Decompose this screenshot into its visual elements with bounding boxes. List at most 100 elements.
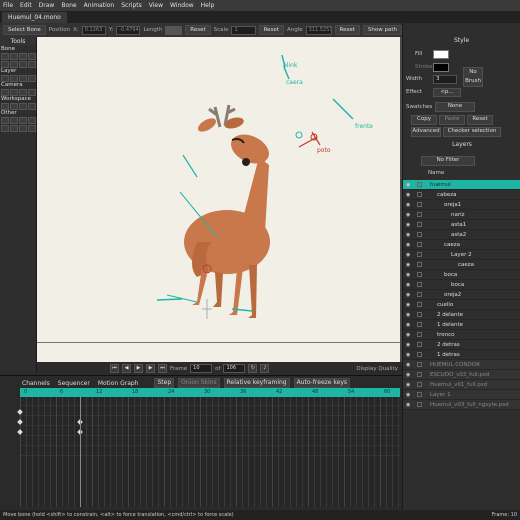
hide-edge-tool-icon[interactable]: [10, 117, 18, 124]
next-frame-button[interactable]: ▶: [146, 364, 155, 373]
layer-checkbox[interactable]: [417, 402, 422, 407]
layer-row[interactable]: ◉ huemul: [403, 180, 520, 190]
manipulate-bones-tool-icon[interactable]: [28, 61, 36, 68]
sound-toggle[interactable]: ♪: [260, 364, 270, 373]
layer-checkbox[interactable]: [417, 392, 422, 397]
grid-tool-icon[interactable]: [28, 125, 36, 132]
effect-dropdown[interactable]: <p...: [433, 88, 461, 97]
magnet-tool-icon[interactable]: [1, 125, 9, 132]
menu-animation[interactable]: Animation: [84, 2, 115, 9]
layer-checkbox[interactable]: [417, 232, 422, 237]
no-brush-button[interactable]: No Brush: [463, 67, 483, 87]
checker-selection-button[interactable]: Checker selection: [443, 127, 501, 137]
scale-field[interactable]: 1: [231, 25, 256, 35]
track-camera-tool-icon[interactable]: [1, 89, 9, 96]
relative-keyframing-toggle[interactable]: Relative keyframing: [223, 378, 290, 388]
eye-icon[interactable]: ◉: [406, 312, 413, 318]
canvas[interactable]: blink caera frente poto: [37, 37, 400, 362]
menu-edit[interactable]: Edit: [20, 2, 32, 9]
layer-checkbox[interactable]: [417, 282, 422, 287]
eye-icon[interactable]: ◉: [406, 212, 413, 218]
layer-checkbox[interactable]: [417, 382, 422, 387]
eye-icon[interactable]: ◉: [406, 292, 413, 298]
layer-checkbox[interactable]: [417, 362, 422, 367]
layer-checkbox[interactable]: [417, 372, 422, 377]
eye-icon[interactable]: ◉: [406, 282, 413, 288]
reset-style-button[interactable]: Reset: [467, 115, 493, 125]
layer-row[interactable]: ◉ nariz: [403, 210, 520, 220]
x-field[interactable]: 0.1263: [81, 25, 106, 35]
menu-view[interactable]: View: [149, 2, 163, 9]
layer-row[interactable]: ◉ Huemul_v03_full_ngsyte.psd: [403, 400, 520, 410]
layer-checkbox[interactable]: [417, 332, 422, 337]
display-quality-button[interactable]: Display Quality: [356, 366, 398, 372]
smooth-tool-icon[interactable]: [19, 125, 27, 132]
layer-row[interactable]: ◉ boca: [403, 280, 520, 290]
zoom-camera-tool-icon[interactable]: [10, 89, 18, 96]
layer-checkbox[interactable]: [417, 192, 422, 197]
layer-checkbox[interactable]: [417, 262, 422, 267]
layer-checkbox[interactable]: [417, 352, 422, 357]
bone-binding-tool-icon[interactable]: [19, 75, 27, 82]
menu-file[interactable]: File: [3, 2, 13, 9]
timeline-ruler[interactable]: 0 6 12 18 24 30 36 42 48 54 60: [20, 388, 400, 397]
document-tab[interactable]: Huemul_04.mono: [2, 12, 67, 23]
tab-sequencer[interactable]: Sequencer: [56, 380, 92, 387]
play-button[interactable]: ▶: [134, 364, 143, 373]
eye-icon[interactable]: ◉: [406, 272, 413, 278]
layer-checkbox[interactable]: [417, 252, 422, 257]
rotate-layer-tool-icon[interactable]: [28, 75, 36, 82]
layer-row[interactable]: ◉ cabeza: [403, 190, 520, 200]
curvature-tool-icon[interactable]: [28, 117, 36, 124]
menu-help[interactable]: Help: [201, 2, 215, 9]
layer-row[interactable]: ◉ asta2: [403, 230, 520, 240]
width-field[interactable]: 3: [433, 75, 457, 84]
layer-row[interactable]: ◉ oreja2: [403, 290, 520, 300]
menu-scripts[interactable]: Scripts: [121, 2, 142, 9]
eye-icon[interactable]: ◉: [406, 402, 413, 408]
translate-bone-tool-icon[interactable]: [10, 53, 18, 60]
eye-icon[interactable]: ◉: [406, 192, 413, 198]
reparent-bone-tool-icon[interactable]: [10, 61, 18, 68]
total-frames-field[interactable]: 106: [223, 364, 246, 373]
layer-row[interactable]: ◉ Huemul_v01_full.psd: [403, 380, 520, 390]
layer-row[interactable]: ◉ 1 detras: [403, 350, 520, 360]
timeline-track-row[interactable]: [20, 437, 400, 446]
layer-row[interactable]: ◉ Layer 2: [403, 250, 520, 260]
layer-row[interactable]: ◉ HUEMUL CONDOR: [403, 360, 520, 370]
tab-motion-graph[interactable]: Motion Graph: [96, 380, 141, 387]
menu-window[interactable]: Window: [170, 2, 194, 9]
layer-row[interactable]: ◉ 2 delante: [403, 310, 520, 320]
layer-row[interactable]: ◉ Layer 1: [403, 390, 520, 400]
eye-icon[interactable]: ◉: [406, 392, 413, 398]
y-field[interactable]: -0.4794: [116, 25, 141, 35]
layer-checkbox[interactable]: [417, 302, 422, 307]
auto-freeze-keys-toggle[interactable]: Auto-freeze keys: [293, 378, 351, 388]
menu-bone[interactable]: Bone: [61, 2, 76, 9]
layer-filter-dropdown[interactable]: No Filter: [421, 156, 475, 166]
select-bone-dropdown[interactable]: Select Bone: [3, 25, 46, 35]
layer-checkbox[interactable]: [417, 342, 422, 347]
layer-checkbox[interactable]: [417, 222, 422, 227]
layer-row[interactable]: ◉ ESCUDO_v03_full.psd: [403, 370, 520, 380]
paste-button[interactable]: Paste: [439, 115, 465, 125]
layer-row[interactable]: ◉ 1 delante: [403, 320, 520, 330]
eye-icon[interactable]: ◉: [406, 182, 413, 188]
onion-skins-dropdown[interactable]: Onion Skins: [178, 378, 220, 388]
show-path-toggle[interactable]: Show path: [362, 25, 402, 35]
layer-checkbox[interactable]: [417, 182, 422, 187]
layer-checkbox[interactable]: [417, 272, 422, 277]
layer-row[interactable]: ◉ 2 detras: [403, 340, 520, 350]
layer-row[interactable]: ◉ asta1: [403, 220, 520, 230]
prev-frame-button[interactable]: ◀: [122, 364, 131, 373]
current-frame-indicator[interactable]: [80, 397, 81, 507]
eye-icon[interactable]: ◉: [406, 352, 413, 358]
layer-row[interactable]: ◉ caeza: [403, 240, 520, 250]
eye-icon[interactable]: ◉: [406, 222, 413, 228]
roll-camera-tool-icon[interactable]: [19, 89, 27, 96]
loop-toggle[interactable]: ↻: [248, 364, 258, 373]
timeline-grid[interactable]: [17, 397, 400, 507]
reset-position-button[interactable]: Reset: [185, 25, 211, 35]
rotate-workspace-tool-icon[interactable]: [19, 103, 27, 110]
bone-strength-tool-icon[interactable]: [19, 61, 27, 68]
